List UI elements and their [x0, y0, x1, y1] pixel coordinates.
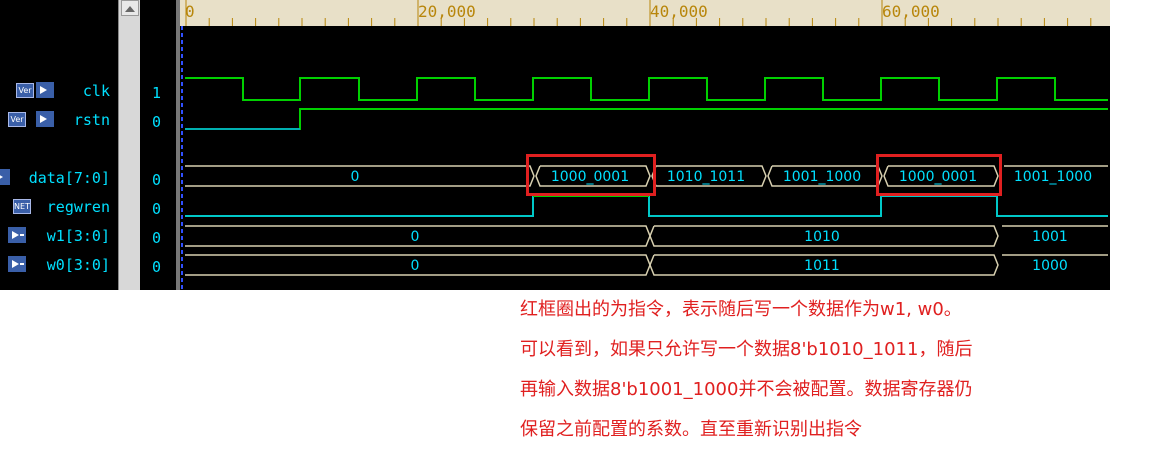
verilog-badge-icon: Ver [8, 112, 26, 127]
signal-name: w1[3:0] [46, 227, 110, 245]
input-arrow-icon [36, 111, 54, 127]
regwren-waveform [185, 195, 1108, 217]
signal-value: 0 [152, 258, 162, 276]
signal-row-w0[interactable]: w0[3:0] [0, 252, 118, 278]
highlight-box-instruction-1 [526, 154, 656, 196]
clk-waveform [185, 77, 1108, 101]
signal-name: regwren [46, 198, 110, 216]
signal-name: w0[3:0] [46, 256, 110, 274]
bus-value-label: 0 [411, 258, 420, 274]
bus-value-label: 1010_1011 [667, 169, 745, 185]
verilog-badge-icon: Ver [16, 83, 34, 98]
annotation-line: 保留之前配置的系数。直至重新识别出指令 [520, 419, 862, 440]
signal-value: 1 [152, 84, 162, 102]
waveform-window: Ver clk Ver rstn data[7:0] NET regwren w… [0, 0, 1110, 290]
input-arrow-icon [36, 82, 54, 98]
bus-value-label: 0 [411, 229, 420, 245]
signal-value: 0 [152, 171, 162, 189]
signal-name: rstn [73, 111, 110, 129]
tick-label: 0 [185, 2, 195, 21]
tick-label: 60,000 [882, 2, 940, 21]
scroll-up-button[interactable] [121, 0, 139, 16]
value-panel: 1 0 0 0 0 0 [140, 0, 176, 290]
bus-value-label: 1001 [1032, 229, 1068, 245]
bus-value-label: 0 [351, 169, 360, 185]
signal-row-rstn[interactable]: Ver rstn [0, 107, 118, 133]
bus-port-icon [8, 256, 26, 272]
highlight-box-instruction-2 [876, 154, 1002, 196]
arrow-up-icon [125, 6, 135, 12]
tick-label: 20,000 [418, 2, 476, 21]
signal-value: 0 [152, 200, 162, 218]
tick-label: 40,000 [650, 2, 708, 21]
signal-row-clk[interactable]: Ver clk [0, 78, 118, 104]
vertical-scrollbar[interactable] [118, 0, 142, 290]
bus-value-label: 1001_1000 [1014, 169, 1092, 185]
bus-value-label: 1001_1000 [783, 169, 861, 185]
time-ruler: 0 20,000 40,000 60,000 [180, 0, 1110, 26]
signal-row-data[interactable]: data[7:0] [0, 165, 118, 191]
rstn-waveform [185, 108, 1108, 130]
annotation-line: 红框圈出的为指令，表示随后写一个数据作为w1, w0。 [520, 299, 962, 320]
bus-port-icon [8, 227, 26, 243]
bus-value-label: 1010 [804, 229, 840, 245]
ruler-ticks [185, 0, 1092, 26]
signal-value: 0 [152, 229, 162, 247]
w0-bus-waveform [185, 254, 1108, 276]
annotation-text: 红框圈出的为指令，表示随后写一个数据作为w1, w0。 可以看到，如果只允许写一… [520, 290, 1120, 450]
signal-row-regwren[interactable]: NET regwren [0, 194, 118, 220]
bus-value-label: 1000 [1032, 258, 1068, 274]
signal-value: 0 [152, 113, 162, 131]
annotation-line: 再输入数据8'b1001_1000并不会被配置。数据寄存器仍 [520, 379, 973, 400]
signal-name: clk [82, 82, 110, 100]
annotation-line: 可以看到，如果只允许写一个数据8'b1010_1011，随后 [520, 339, 973, 360]
signal-name: data[7:0] [28, 169, 110, 187]
input-arrow-icon [0, 169, 10, 185]
bus-value-label: 1011 [804, 258, 840, 274]
signal-row-w1[interactable]: w1[3:0] [0, 223, 118, 249]
net-badge-icon: NET [13, 199, 31, 214]
w1-bus-waveform [185, 225, 1108, 247]
